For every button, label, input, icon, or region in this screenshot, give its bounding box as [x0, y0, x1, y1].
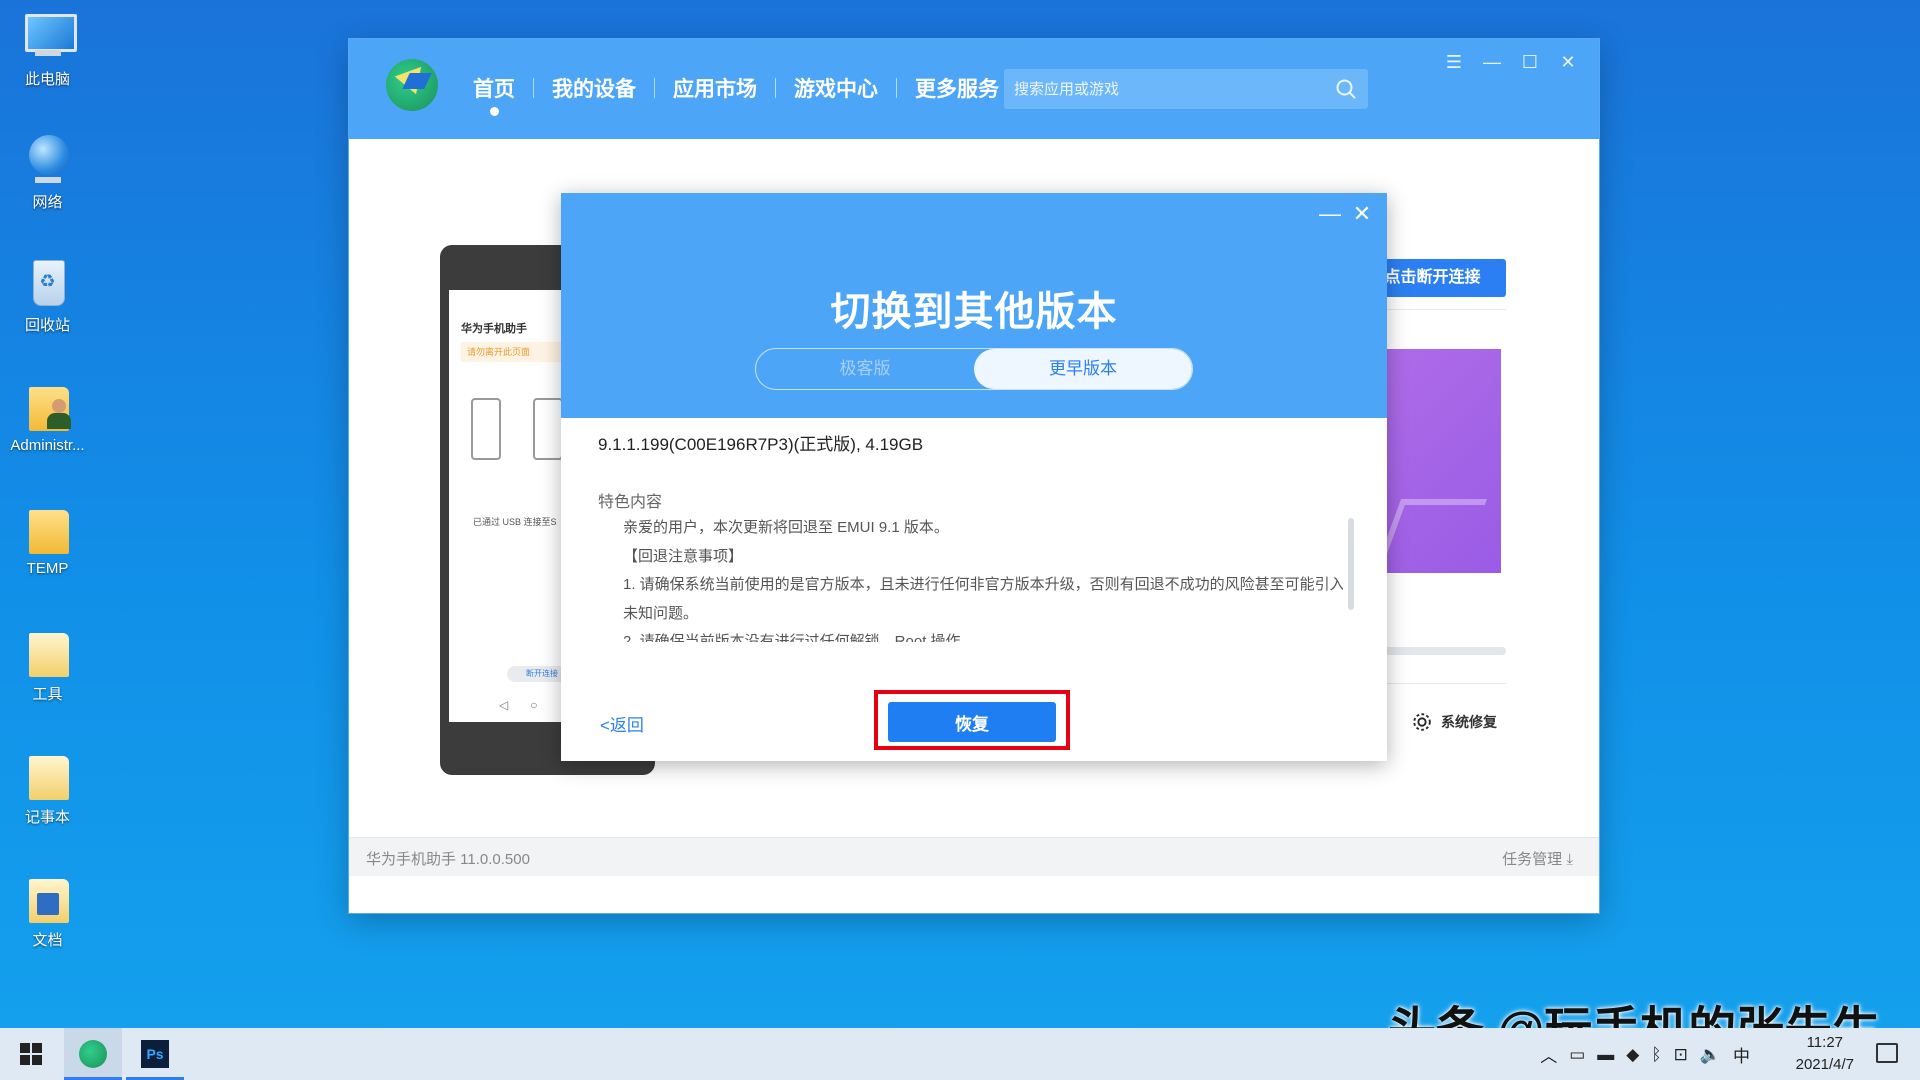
- app-header: 首页 我的设备 应用市场 游戏中心 更多服务 ☰ — ☐ ✕: [349, 39, 1599, 139]
- nav-home[interactable]: 首页: [455, 73, 533, 116]
- desktop-icon-label: 工具: [32, 686, 63, 703]
- volume-icon[interactable]: 🔈: [1700, 1045, 1721, 1065]
- scrollbar[interactable]: [1348, 518, 1354, 610]
- gear-icon: [1413, 713, 1431, 731]
- nav-my-device[interactable]: 我的设备: [534, 73, 654, 103]
- tab-earlier-version[interactable]: 更早版本: [974, 349, 1192, 389]
- desktop-icon-network[interactable]: 网络: [0, 123, 95, 233]
- desktop-icon-label: 文档: [32, 932, 63, 949]
- back-link[interactable]: <返回: [600, 711, 644, 736]
- system-repair-button[interactable]: 系统修复: [1411, 711, 1497, 733]
- desktop-icon-documents[interactable]: 文档: [0, 861, 95, 971]
- folder-icon: [21, 502, 75, 558]
- recycle-bin-icon: [21, 256, 75, 312]
- documents-folder-icon: [21, 871, 75, 927]
- system-repair-label: 系统修复: [1441, 714, 1497, 730]
- switch-version-dialog: — ✕ 切换到其他版本 极客版 更早版本 9.1.1.199(C00E196R7…: [561, 193, 1387, 761]
- taskbar-hisuite[interactable]: [64, 1028, 122, 1080]
- status-bar: 华为手机助手 11.0.0.500 任务管理 ⤓: [349, 837, 1599, 876]
- network-icon: [21, 133, 75, 189]
- dialog-title: 切换到其他版本: [830, 290, 1118, 334]
- nav-app-market[interactable]: 应用市场: [655, 73, 775, 103]
- search-icon[interactable]: [1334, 77, 1358, 101]
- feature-line: 2. 请确保当前版本没有进行过任何解锁、Root 操作。: [623, 633, 976, 642]
- nav-game-center[interactable]: 游戏中心: [776, 73, 896, 103]
- desktop-icon-label: 网络: [32, 194, 63, 211]
- dialog-body: 9.1.1.199(C00E196R7P3)(正式版), 4.19GB 特色内容…: [561, 418, 1387, 761]
- feature-line: 【回退注意事项】: [623, 547, 744, 565]
- desktop-icon-notepad[interactable]: 记事本: [0, 738, 95, 848]
- version-label: 华为手机助手 11.0.0.500: [366, 851, 530, 868]
- desktop-icon-label: 记事本: [24, 809, 70, 826]
- desktop-icon-label: Administr...: [10, 437, 85, 454]
- folder-icon: [21, 625, 75, 681]
- version-tabs: 极客版 更早版本: [755, 348, 1193, 390]
- desktop-icon-temp[interactable]: TEMP: [0, 492, 95, 602]
- feature-line: 未知问题。: [623, 604, 699, 622]
- taskbar: Ps ︿ ▭ ▬ ◆ ᛒ ⊡ 🔈 中 11:27 2021/4/7: [0, 1028, 1920, 1080]
- task-manager-label: 任务管理: [1502, 851, 1563, 868]
- pc-device-icon: [533, 398, 563, 460]
- start-button[interactable]: [0, 1028, 60, 1080]
- menu-icon[interactable]: ☰: [1441, 49, 1467, 75]
- phone-usb-text: 已通过 USB 连接至S: [473, 517, 557, 527]
- computer-icon: [21, 10, 77, 66]
- maximize-icon[interactable]: ☐: [1517, 49, 1543, 75]
- phone-nav-icons: ◁○: [499, 698, 560, 712]
- ime-indicator[interactable]: 中: [1733, 1042, 1750, 1067]
- main-nav: 首页 我的设备 应用市场 游戏中心 更多服务: [455, 73, 1018, 116]
- desktop-icon-label: TEMP: [26, 560, 69, 577]
- desktop-icon-label: 回收站: [24, 317, 70, 334]
- dialog-header: — ✕ 切换到其他版本 极客版 更早版本: [561, 193, 1387, 418]
- phone-device-icon: [471, 398, 501, 460]
- user-folder-icon: [21, 379, 75, 435]
- search-box: [1004, 69, 1368, 109]
- dialog-minimize-icon[interactable]: —: [1317, 201, 1343, 227]
- phone-title: 华为手机助手: [461, 323, 527, 335]
- restore-button[interactable]: 恢复: [888, 702, 1056, 742]
- system-tray: ︿ ▭ ▬ ◆ ᛒ ⊡ 🔈 中: [1540, 1042, 1750, 1067]
- nav-more-services[interactable]: 更多服务: [897, 73, 1017, 103]
- folder-tray-icon[interactable]: ▭: [1569, 1045, 1585, 1065]
- desktop-icon-this-pc[interactable]: 此电脑: [0, 0, 95, 110]
- feature-line: 1. 请确保系统当前使用的是官方版本，且未进行任何非官方版本升级，否则有回退不成…: [623, 576, 1343, 593]
- desktop-icon-tools[interactable]: 工具: [0, 615, 95, 725]
- clock-date: 2021/4/7: [1795, 1056, 1854, 1073]
- clock-time: 11:27: [1806, 1034, 1844, 1051]
- clock[interactable]: 11:27 2021/4/7: [1796, 1032, 1854, 1076]
- features-text[interactable]: 亲爱的用户，本次更新将回退至 EMUI 9.1 版本。 【回退注意事项】 1. …: [623, 514, 1343, 642]
- battery-icon[interactable]: ▬: [1597, 1045, 1614, 1065]
- minimize-icon[interactable]: —: [1479, 49, 1505, 75]
- search-input[interactable]: [1004, 69, 1334, 109]
- hisuite-logo-icon: [386, 59, 438, 111]
- taskbar-photoshop[interactable]: Ps: [126, 1028, 184, 1080]
- features-heading: 特色内容: [598, 494, 663, 511]
- windows-logo-icon: [20, 1043, 42, 1065]
- folder-icon: [21, 748, 75, 804]
- dialog-close-icon[interactable]: ✕: [1349, 201, 1375, 227]
- hisuite-taskbar-icon: [79, 1040, 107, 1068]
- tab-geek-version[interactable]: 极客版: [756, 349, 974, 389]
- download-icon: ⤓: [1566, 851, 1573, 868]
- photoshop-icon: Ps: [141, 1040, 169, 1068]
- security-icon[interactable]: ◆: [1626, 1045, 1639, 1065]
- close-icon[interactable]: ✕: [1555, 49, 1581, 75]
- desktop-icon-label: 此电脑: [24, 71, 70, 88]
- notification-icon[interactable]: [1876, 1043, 1898, 1063]
- version-info: 9.1.1.199(C00E196R7P3)(正式版), 4.19GB: [598, 435, 924, 454]
- desktop-icon-administrator[interactable]: Administr...: [0, 369, 95, 479]
- network-tray-icon[interactable]: ⊡: [1674, 1045, 1688, 1065]
- desktop-icon-recycle-bin[interactable]: 回收站: [0, 246, 95, 356]
- feature-line: 亲爱的用户，本次更新将回退至 EMUI 9.1 版本。: [623, 519, 949, 536]
- task-manager-button[interactable]: 任务管理 ⤓: [1502, 848, 1573, 869]
- bluetooth-icon[interactable]: ᛒ: [1651, 1045, 1661, 1065]
- chevron-up-icon[interactable]: ︿: [1540, 1042, 1557, 1067]
